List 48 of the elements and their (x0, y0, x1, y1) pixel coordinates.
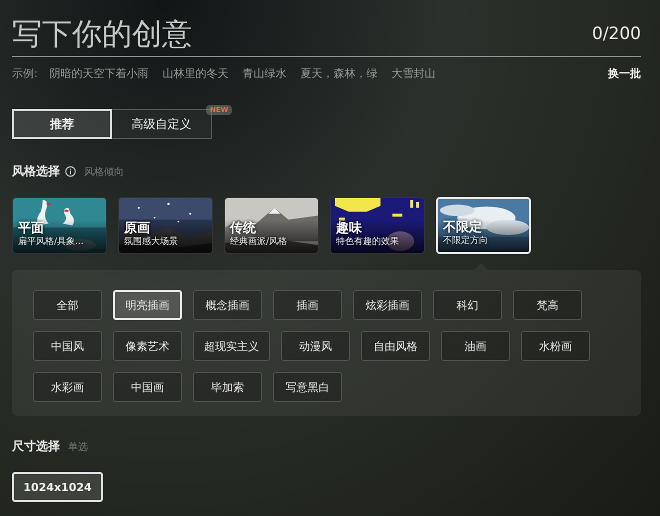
style-chip[interactable]: 写意黑白 (273, 372, 342, 402)
card-subtitle: 经典画派/风格 (230, 236, 288, 248)
examples-label: 示例: (12, 66, 38, 80)
style-chip[interactable]: 水彩画 (33, 372, 102, 402)
card-title: 平面 (18, 221, 44, 236)
style-chip[interactable]: 中国风 (33, 331, 102, 361)
example-prompt-link[interactable]: 山林里的冬天 (162, 66, 229, 80)
style-chip[interactable]: 明亮插画 (113, 290, 182, 320)
style-chip[interactable]: 全部 (33, 290, 102, 320)
style-chip[interactable]: 油画 (441, 331, 510, 361)
style-chip[interactable]: 中国画 (113, 372, 182, 402)
mode-tab[interactable]: 高级自定义 (112, 109, 212, 139)
style-chip[interactable]: 概念插画 (193, 290, 262, 320)
style-chip[interactable]: 梵高 (513, 290, 582, 320)
style-chip[interactable]: 自由风格 (361, 331, 430, 361)
example-prompt-link[interactable]: 夏天，森林，绿 (300, 66, 378, 80)
section-title: 风格选择 (12, 163, 60, 180)
style-chip[interactable]: 炫彩插画 (353, 290, 422, 320)
info-icon[interactable] (65, 166, 76, 177)
section-title: 尺寸选择 (12, 438, 60, 455)
character-counter: 0/200 (592, 24, 641, 44)
section-hint: 单选 (68, 440, 88, 454)
card-title: 趣味 (336, 221, 362, 236)
style-card[interactable]: 传统 经典画派/风格 (224, 197, 319, 254)
example-prompt-link[interactable]: 大雪封山 (392, 66, 436, 80)
card-title: 原画 (124, 221, 150, 236)
style-chip[interactable]: 超现实主义 (193, 331, 270, 361)
example-prompt-link[interactable]: 阴暗的天空下着小雨 (50, 66, 149, 80)
section-hint: 风格倾向 (84, 166, 124, 178)
size-option[interactable]: 1024x1024 (12, 472, 103, 502)
example-prompt-link[interactable]: 青山绿水 (242, 66, 287, 80)
style-chip[interactable]: 科幻 (433, 290, 502, 320)
card-title: 传统 (230, 221, 256, 236)
prompt-placeholder[interactable]: 写下你的创意 (12, 14, 192, 54)
style-card[interactable]: 原画 氛围感大场景 (118, 197, 213, 254)
style-chip[interactable]: 插画 (273, 290, 342, 320)
card-subtitle: 特色有趣的效果 (336, 236, 399, 248)
card-subtitle: 氛围感大场景 (124, 236, 178, 248)
card-subtitle: 不限定方向 (443, 235, 488, 247)
style-chip[interactable]: 动漫风 (281, 331, 350, 361)
style-chip[interactable]: 水粉画 (521, 331, 590, 361)
style-card[interactable]: 趣味 特色有趣的效果 (330, 197, 425, 254)
refresh-examples-button[interactable]: 换一批 (608, 66, 641, 80)
mode-tab[interactable]: 推荐 (12, 109, 112, 139)
style-chip[interactable]: 像素艺术 (113, 331, 182, 361)
style-chip[interactable]: 毕加索 (193, 372, 262, 402)
style-card[interactable]: 平面 扁平风格/具象... (12, 197, 107, 254)
card-subtitle: 扁平风格/具象... (18, 236, 84, 248)
